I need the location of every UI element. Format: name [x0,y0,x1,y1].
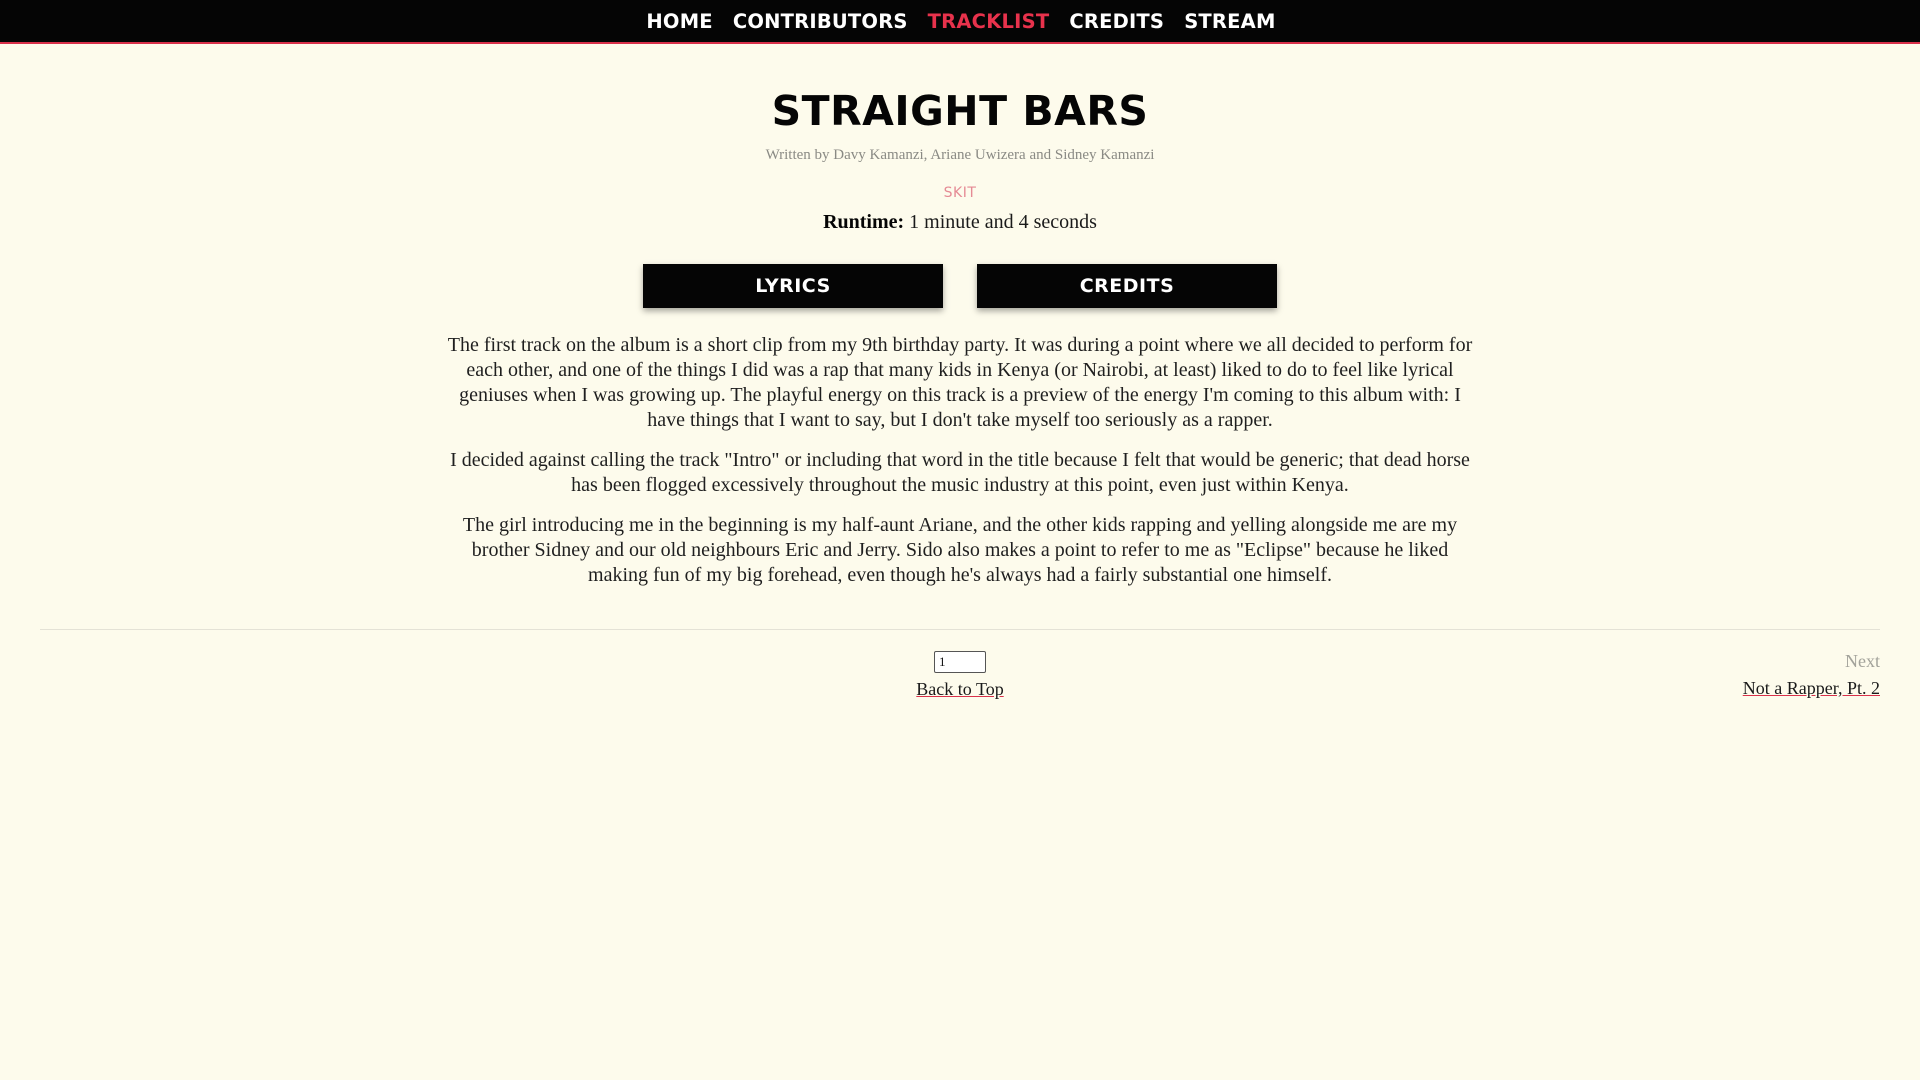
lyrics-button[interactable]: LYRICS [643,264,943,308]
track-title: STRAIGHT BARS [771,87,1149,135]
description-paragraph: I decided against calling the track "Int… [450,449,1470,496]
nav-contributors[interactable]: CONTRIBUTORS [733,10,908,33]
next-track-link[interactable]: Not a Rapper, Pt. 2 [1743,678,1880,698]
top-nav: HOME CONTRIBUTORS TRACKLIST CREDITS STRE… [0,0,1920,44]
next-label: Next [1845,651,1880,671]
nav-credits[interactable]: CREDITS [1069,10,1164,33]
runtime: Runtime: 1 minute and 4 seconds [0,209,1920,235]
nav-stream[interactable]: STREAM [1184,10,1275,33]
credits-button[interactable]: CREDITS [977,264,1277,308]
track-type-badge: SKIT [943,185,977,201]
nav-tracklist[interactable]: TRACKLIST [928,10,1050,33]
track-number-input[interactable] [934,651,986,673]
back-to-top: Back to Top [0,678,1920,700]
back-to-top-link[interactable]: Back to Top [916,679,1003,699]
next-track: Not a Rapper, Pt. 2 [1743,677,1880,699]
track-description: The first track on the album is a short … [440,333,1480,603]
description-paragraph: The girl introducing me in the beginning… [462,514,1458,586]
footer-divider [40,629,1880,630]
runtime-label: Runtime: [823,211,905,233]
written-by: Written by Davy Kamanzi, Ariane Uwizera … [765,147,1155,163]
runtime-value: 1 minute and 4 seconds [904,211,1097,233]
description-paragraph: The first track on the album is a short … [447,334,1473,431]
nav-home[interactable]: HOME [646,10,712,33]
